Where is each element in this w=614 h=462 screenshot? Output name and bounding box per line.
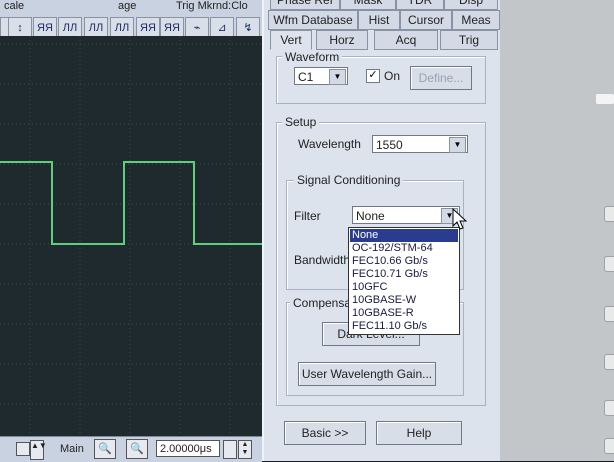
user-wavelength-gain-button[interactable]: User Wavelength Gain... [298, 362, 436, 386]
compensation-title: Compensa [290, 296, 355, 310]
toolbar-label-trig: Trig Mkrnd:Clo [176, 0, 248, 12]
tab-phase-ref[interactable]: Phase Ref [270, 0, 340, 10]
waveform-on-label: On [384, 69, 401, 83]
tab-hist[interactable]: Hist [358, 10, 400, 30]
filter-dropdown-list: None OC-192/STM-64 FEC10.66 Gb/s FEC10.7… [348, 227, 460, 335]
tab-tdr[interactable]: TDR [396, 0, 444, 10]
filter-option-oc192[interactable]: OC-192/STM-64 [350, 242, 458, 255]
waveform-group-title: Waveform [282, 50, 343, 64]
waveform-trace [0, 161, 262, 245]
scope-display [0, 36, 262, 438]
scope-bottom-bar: ▲▼ Main 🔍 🔍 2.00000μs ▲ ▼ [0, 436, 262, 462]
chevron-down-icon[interactable]: ▼ [329, 69, 346, 85]
filter-option-none[interactable]: None [350, 229, 458, 242]
waveform-source-value: C1 [298, 70, 314, 84]
basic-button[interactable]: Basic >> [284, 421, 366, 445]
wavelength-label: Wavelength [298, 137, 361, 151]
tab-disp[interactable]: Disp [444, 0, 498, 10]
bezel-button-1[interactable] [604, 206, 614, 222]
tab-horz[interactable]: Horz [316, 30, 368, 50]
tab-meas[interactable]: Meas [452, 10, 500, 30]
filter-option-fec1071[interactable]: FEC10.71 Gb/s [350, 268, 458, 281]
toolbar-label-average: age [118, 0, 137, 12]
define-button[interactable]: Define... [410, 66, 472, 90]
filter-value: None [356, 209, 385, 223]
grid-toggle-icon[interactable] [16, 442, 30, 456]
bandwidth-label: Bandwidth [294, 253, 351, 267]
help-button[interactable]: Help [376, 421, 462, 445]
stepper-icon[interactable]: ▲▼ [30, 440, 47, 460]
signal-conditioning-title: Signal Conditioning [294, 173, 404, 187]
filter-option-fec1066[interactable]: FEC10.66 Gb/s [350, 255, 458, 268]
filter-option-fec1110[interactable]: FEC11.10 Gb/s [350, 320, 458, 333]
timebase-field[interactable]: 2.00000μs [156, 440, 220, 457]
tab-acq[interactable]: Acq [374, 30, 438, 50]
zoom-out-icon[interactable]: 🔍 [126, 439, 148, 459]
tab-vert[interactable]: Vert [270, 30, 312, 50]
wavelength-value: 1550 [376, 138, 403, 152]
toolbar-label-scale: cale [4, 0, 25, 12]
bezel-indicator [596, 94, 614, 104]
tab-trig[interactable]: Trig [440, 30, 498, 50]
timebase-stepper-icon[interactable]: ▲ ▼ [238, 440, 252, 459]
filter-label: Filter [294, 209, 321, 223]
filter-option-10gbase-w[interactable]: 10GBASE-W [350, 294, 458, 307]
tab-wfm-database[interactable]: Wfm Database [268, 10, 358, 30]
filter-option-10gfc[interactable]: 10GFC [350, 281, 458, 294]
waveform-plot [0, 36, 262, 438]
chevron-down-icon[interactable]: ▼ [449, 137, 466, 153]
wavelength-select[interactable]: 1550 ▼ [372, 135, 468, 153]
bezel-button-6[interactable] [604, 438, 614, 454]
waveform-on-checkbox[interactable]: ✓ [366, 69, 380, 83]
tab-cursor[interactable]: Cursor [400, 10, 452, 30]
waveform-source-select[interactable]: C1 ▼ [294, 67, 348, 85]
zoom-icon[interactable]: 🔍 [94, 439, 116, 459]
filter-option-10gbase-r[interactable]: 10GBASE-R [350, 307, 458, 320]
bezel-button-5[interactable] [604, 400, 614, 416]
bezel-button-4[interactable] [604, 354, 614, 370]
mouse-cursor-icon [452, 208, 468, 230]
tab-mask[interactable]: Mask [340, 0, 396, 10]
filter-select[interactable]: None ▼ [352, 206, 460, 224]
instrument-bezel [500, 0, 614, 461]
setup-group-title: Setup [282, 115, 320, 129]
timebase-menu-icon[interactable] [223, 440, 237, 459]
bezel-button-3[interactable] [604, 306, 614, 322]
main-label: Main [60, 443, 84, 455]
scope-toolbar: cale age Trig Mkrnd:Clo ⊓ ↕ ЯЯ ЛЛ ЛЛ ЛЛ … [0, 0, 262, 41]
bezel-button-2[interactable] [604, 256, 614, 272]
